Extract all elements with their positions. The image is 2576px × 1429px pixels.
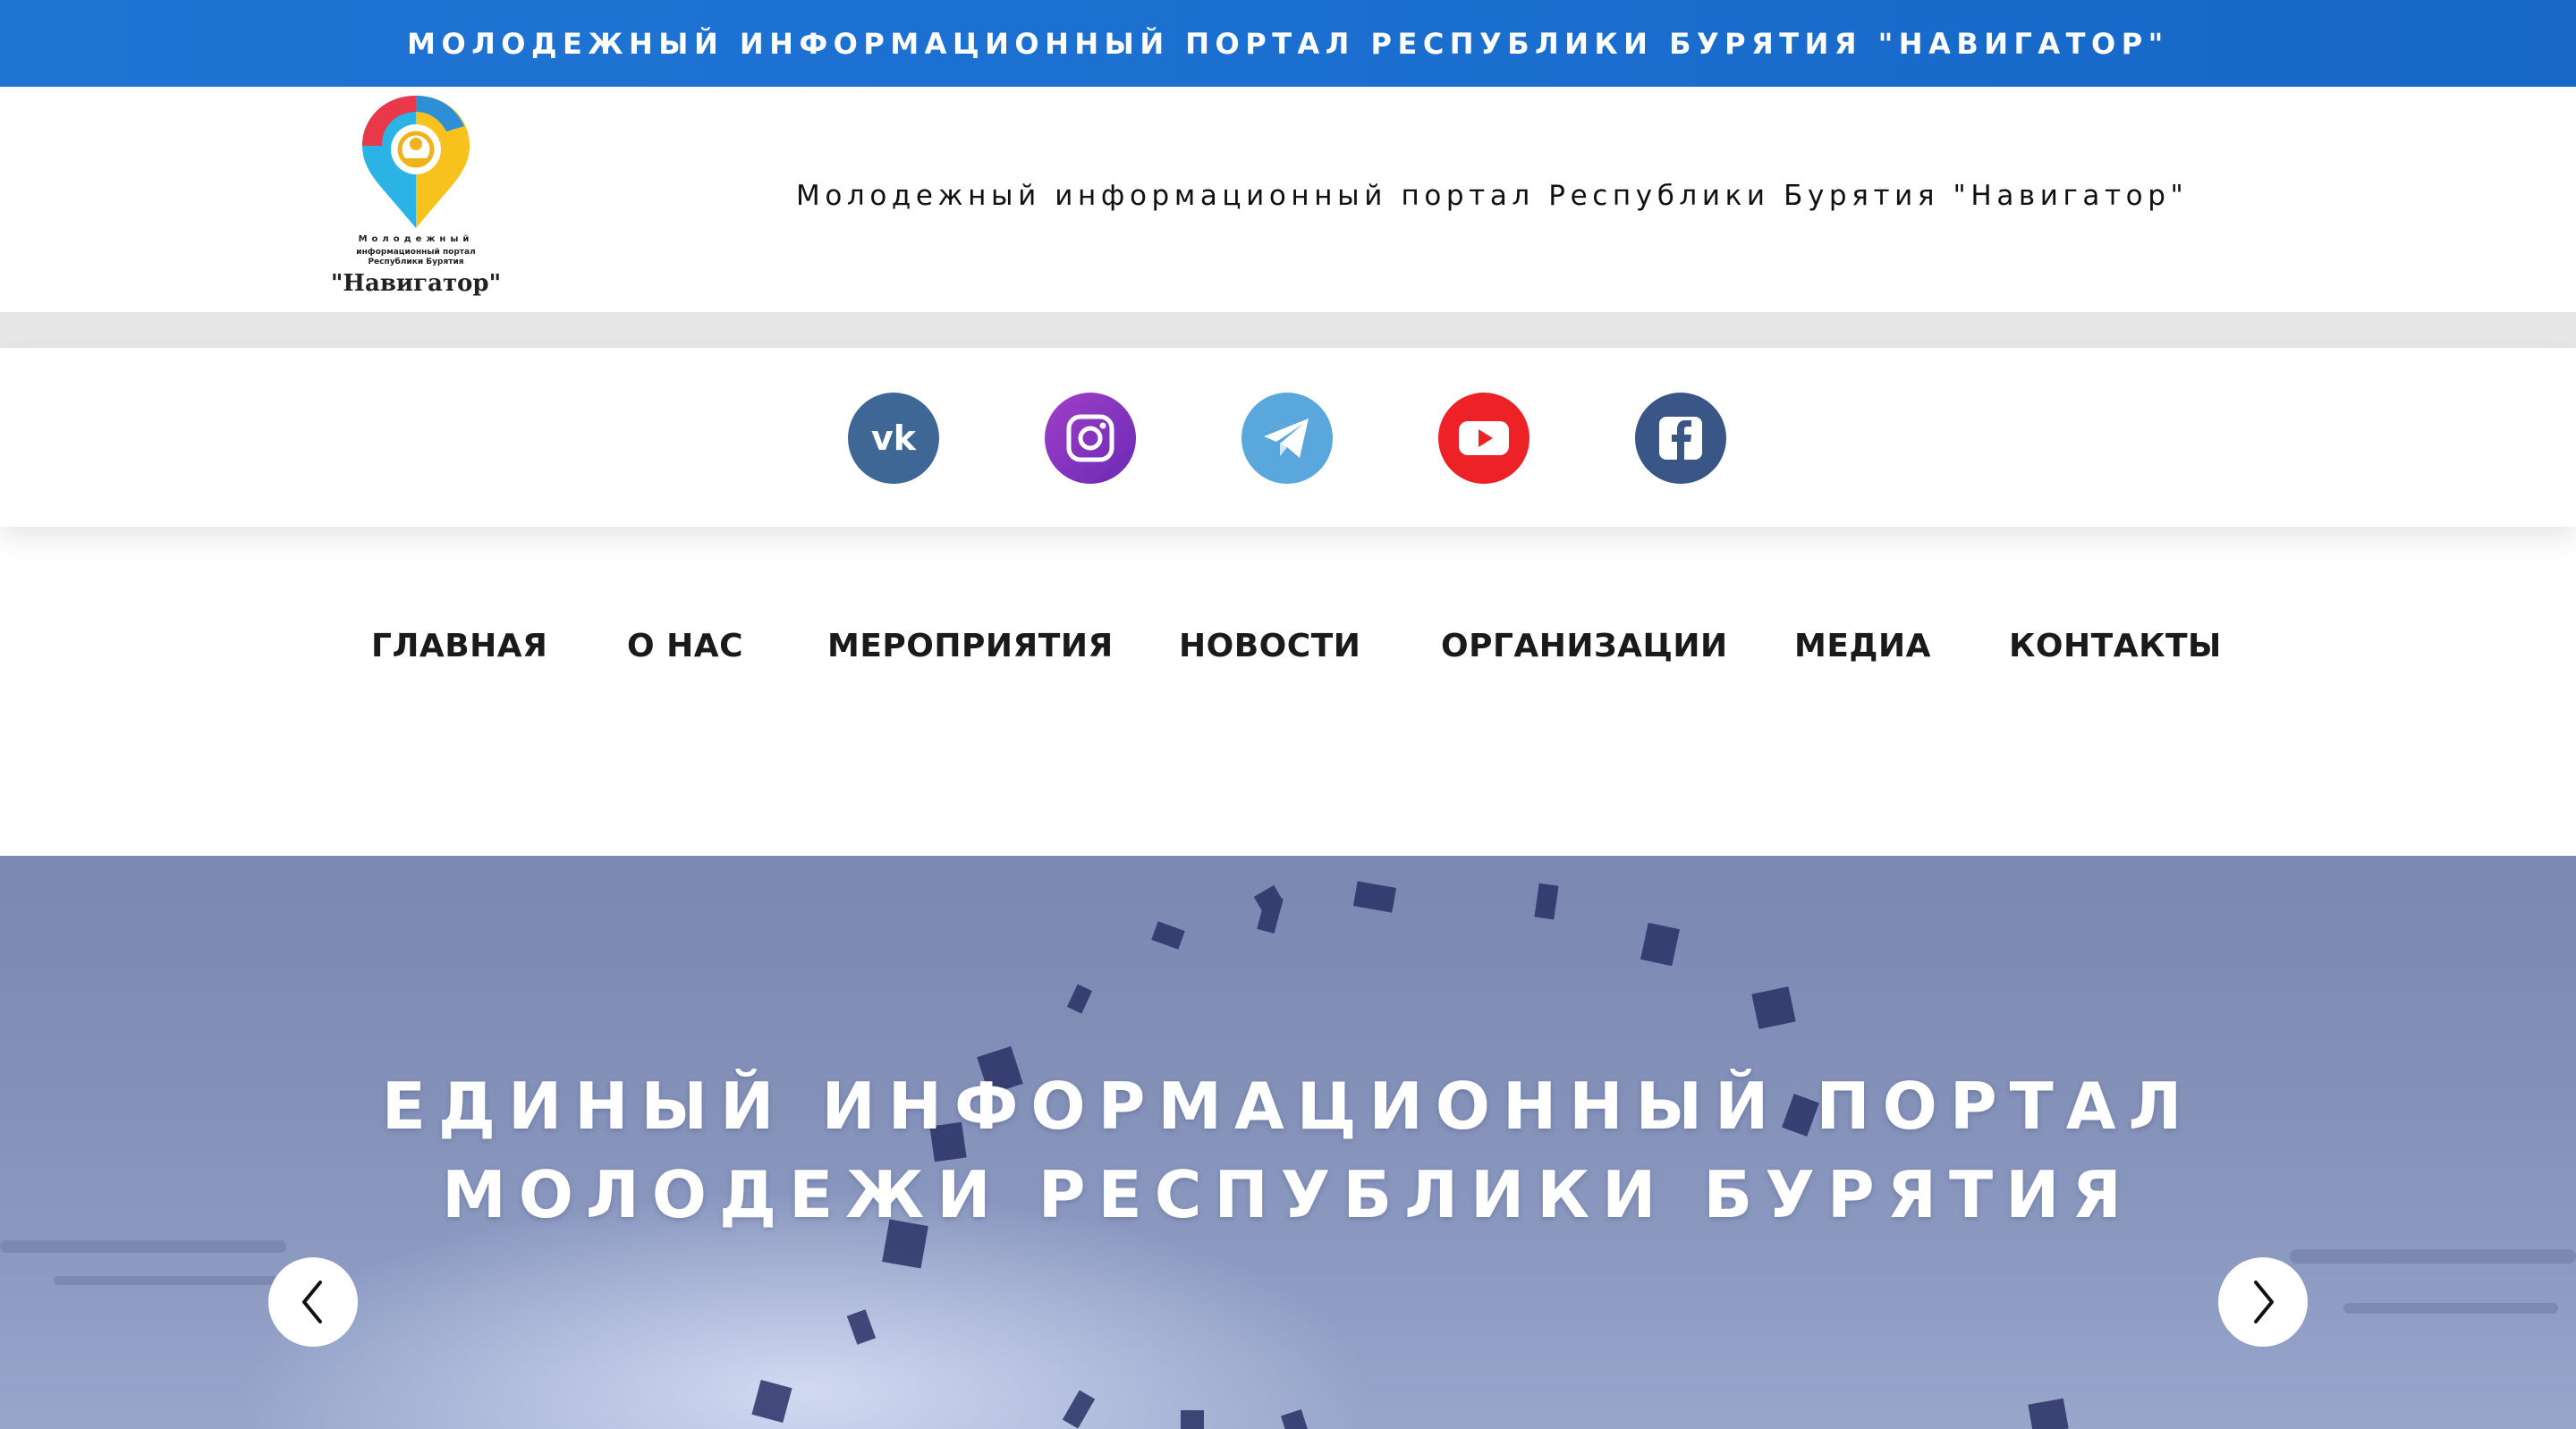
top-banner: МОЛОДЕЖНЫЙ ИНФОРМАЦИОННЫЙ ПОРТАЛ РЕСПУБЛ…	[0, 0, 2576, 87]
site-header: Молодежный информационный портал Республ…	[0, 87, 2576, 312]
hero-title-line1: ЕДИНЫЙ ИНФОРМАЦИОННЫЙ ПОРТАЛ	[381, 1069, 2195, 1144]
map-pin-logo-icon	[362, 96, 470, 228]
facebook-icon[interactable]	[1635, 393, 1726, 484]
top-banner-title: МОЛОДЕЖНЫЙ ИНФОРМАЦИОННЫЙ ПОРТАЛ РЕСПУБЛ…	[407, 26, 2169, 61]
chevron-right-icon	[2254, 1281, 2274, 1323]
svg-text:vk: vk	[871, 420, 917, 456]
nav-item-media[interactable]: МЕДИА	[1794, 628, 1931, 664]
logo-text-line3: Республики Бурятия	[368, 258, 464, 266]
nav-item-home[interactable]: ГЛАВНАЯ	[371, 628, 547, 664]
nav-item-about[interactable]: О НАС	[627, 628, 743, 664]
hero-slider: ЕДИНЫЙ ИНФОРМАЦИОННЫЙ ПОРТАЛ МОЛОДЕЖИ РЕ…	[0, 856, 2576, 1429]
site-logo[interactable]: Молодежный информационный портал Республ…	[326, 87, 505, 310]
slider-prev-button[interactable]	[268, 1257, 358, 1347]
instagram-icon[interactable]	[1045, 393, 1136, 484]
telegram-icon[interactable]	[1241, 393, 1333, 484]
nav-item-events[interactable]: МЕРОПРИЯТИЯ	[827, 628, 1114, 664]
youtube-icon[interactable]	[1438, 393, 1530, 484]
nav-item-organizations[interactable]: ОРГАНИЗАЦИИ	[1441, 628, 1728, 664]
hero-title-line2: МОЛОДЕЖИ РЕСПУБЛИКИ БУРЯТИЯ	[442, 1157, 2134, 1232]
nav-item-contacts[interactable]: КОНТАКТЫ	[2009, 628, 2222, 664]
slider-next-button[interactable]	[2218, 1257, 2308, 1347]
nav-item-news[interactable]: НОВОСТИ	[1179, 628, 1360, 664]
vk-icon[interactable]: vk	[848, 393, 939, 484]
social-links: vk	[0, 348, 2576, 527]
logo-text-line2: информационный портал	[356, 248, 476, 257]
main-nav: ГЛАВНАЯ О НАС МЕРОПРИЯТИЯ НОВОСТИ ОРГАНИ…	[0, 527, 2576, 856]
logo-text-line1: Молодежный	[358, 234, 474, 244]
chevron-left-icon	[302, 1281, 322, 1323]
header-title: Молодежный информационный портал Республ…	[796, 180, 2189, 212]
divider-band	[0, 312, 2576, 348]
logo-text-line4: "Навигатор"	[330, 270, 502, 297]
